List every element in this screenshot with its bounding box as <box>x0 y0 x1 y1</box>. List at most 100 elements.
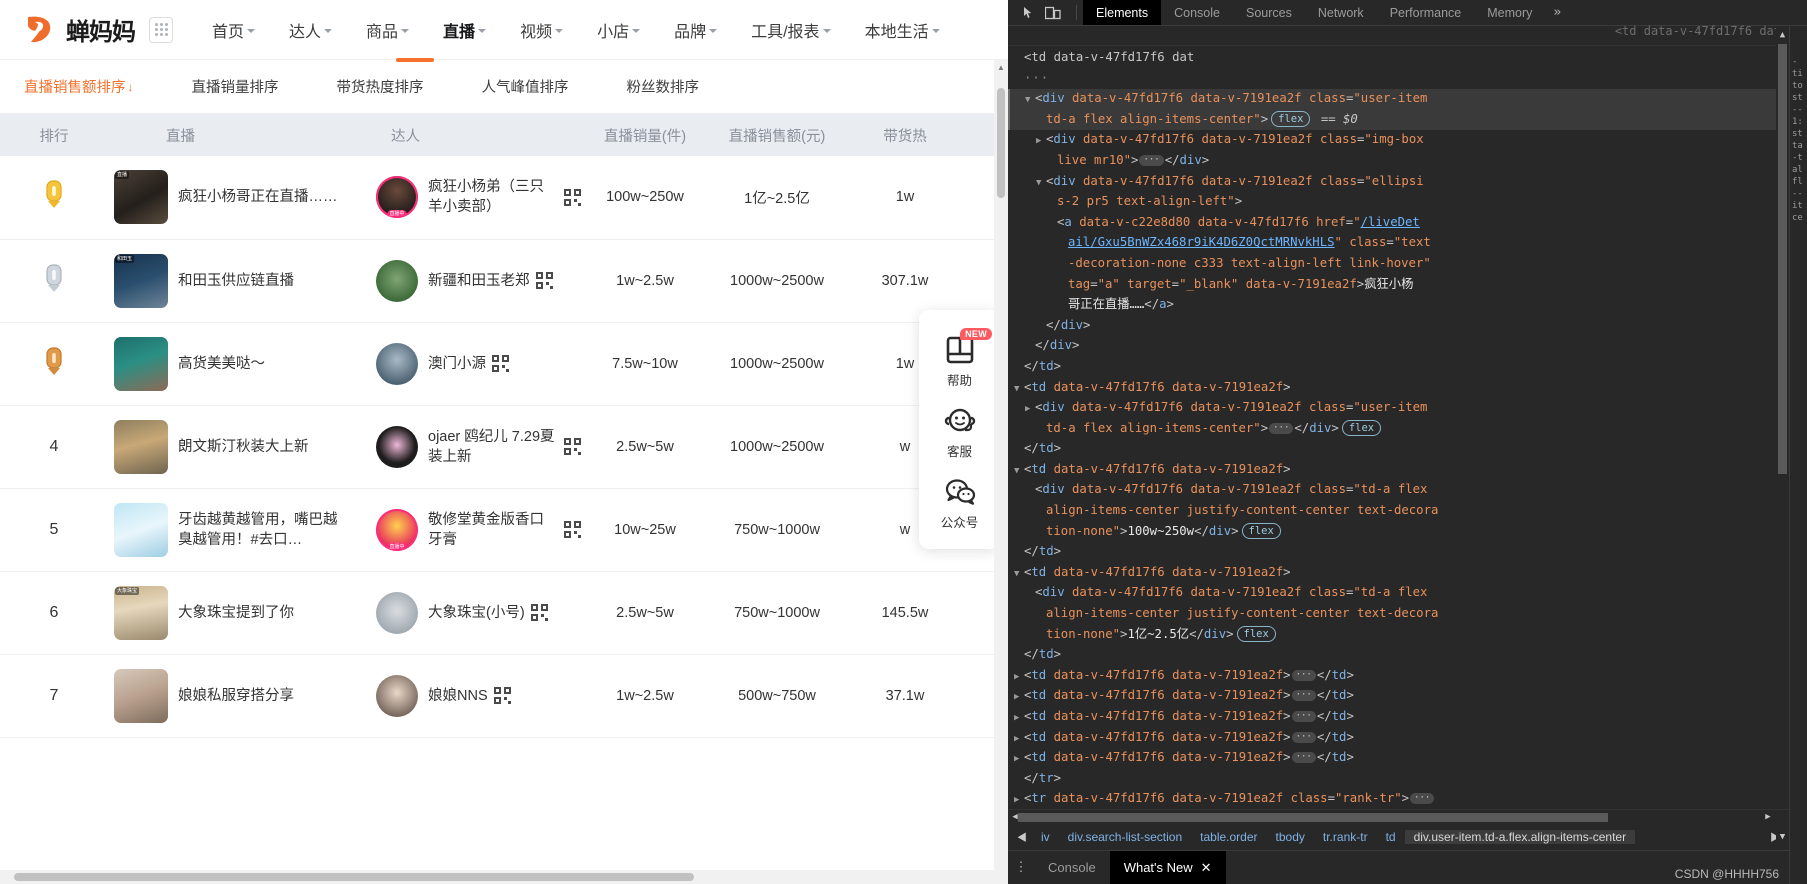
side-item-help[interactable]: NEW 帮助 <box>919 324 1000 395</box>
expand-dots-icon[interactable]: ··· <box>1291 669 1316 681</box>
qrcode-icon[interactable] <box>535 272 553 289</box>
dom-node-row[interactable]: ·tag="a" target="_blank" data-v-7191ea2f… <box>1008 275 1789 296</box>
live-thumbnail[interactable] <box>114 502 168 557</box>
devtools-tab-performance[interactable]: Performance <box>1377 0 1475 25</box>
talent-name-link[interactable]: 澳门小源 <box>428 354 486 374</box>
dom-node-row[interactable]: ▶ <tr data-v-47fd17f6 data-v-7191ea2f cla… <box>1008 789 1789 809</box>
live-title-link[interactable]: 高货美美哒～ <box>178 354 277 374</box>
col-header-talent[interactable]: 达人 <box>366 114 581 156</box>
qrcode-icon[interactable] <box>492 355 509 372</box>
dom-node-row[interactable]: ·live mr10">···</div> <box>1008 151 1789 172</box>
talent-name-link[interactable]: 新疆和田玉老郑 <box>428 271 530 291</box>
table-row[interactable]: 高货美美哒～ 澳门小源 7.5w~10w 1000w~2500w 1w <box>0 322 1008 405</box>
talent-name-link[interactable]: 敬修堂黄金版香口牙膏 <box>428 510 558 550</box>
live-title-link[interactable]: 娘娘私服穿搭分享 <box>178 686 306 706</box>
live-title-link[interactable]: 牙齿越黄越管用，嘴巴越臭越管用！#去口… <box>178 510 353 550</box>
device-toolbar-icon[interactable] <box>1042 3 1064 23</box>
talent-name-link[interactable]: 娘娘NNS <box>428 686 488 706</box>
devtools-tab-network[interactable]: Network <box>1305 0 1377 25</box>
chevron-down-icon[interactable]: ▼ <box>1014 462 1024 481</box>
nav-item-video[interactable]: 视频 <box>503 18 580 42</box>
qrcode-icon[interactable] <box>564 188 581 206</box>
tab-sort-fans[interactable]: 粉丝数排序 <box>627 76 728 97</box>
table-row[interactable]: 直播 疯狂小杨哥正在直播…… 直播中 疯狂小杨弟（三只羊小卖部） 100w~25… <box>0 156 1008 239</box>
live-title-link[interactable]: 和田玉供应链直播 <box>178 271 306 291</box>
page-horizontal-scrollbar[interactable] <box>0 870 1008 884</box>
dom-ellipsis[interactable]: ··· <box>1024 71 1049 85</box>
devtools-tab-memory[interactable]: Memory <box>1474 0 1545 25</box>
breadcrumb-item-6[interactable]: div.user-item.td-a.flex.align-items-cent… <box>1404 829 1636 844</box>
dom-node-row[interactable]: ▶ <td data-v-47fd17f6 data-v-7191ea2f> ···… <box>1008 686 1789 707</box>
breadcrumb-left-arrow-icon[interactable]: ◀ <box>1012 829 1032 844</box>
chevron-down-icon[interactable]: ▼ <box>1014 565 1024 584</box>
live-thumbnail[interactable] <box>114 336 168 391</box>
live-thumbnail[interactable] <box>114 419 168 474</box>
breadcrumb-item-4[interactable]: tr.rank-tr <box>1314 830 1377 844</box>
col-header-live-gmv[interactable]: 直播销售额(元) <box>709 114 845 156</box>
devtools-tab-elements[interactable]: Elements <box>1083 0 1162 25</box>
page-vertical-scrollbar[interactable]: ▲ ▼ <box>994 60 1008 884</box>
scroll-up-arrow-icon[interactable]: ▲ <box>1776 28 1789 42</box>
close-icon[interactable]: ✕ <box>1201 860 1212 876</box>
nav-item-live[interactable]: 直播 <box>426 18 503 42</box>
chevron-right-icon[interactable]: ▶ <box>1014 668 1024 687</box>
talent-name-link[interactable]: 疯狂小杨弟（三只羊小卖部） <box>428 177 558 217</box>
dom-node-row[interactable]: ▼ <td data-v-47fd17f6 data-v-7191ea2f> <box>1008 563 1789 584</box>
chevron-right-icon[interactable]: ▶ <box>1025 400 1035 419</box>
live-thumbnail[interactable]: 大象珠宝 <box>114 585 168 640</box>
dom-node-row[interactable]: ·<div data-v-47fd17f6 data-v-7191ea2f cl… <box>1008 583 1789 604</box>
scroll-down-arrow-icon[interactable]: ▼ <box>1776 830 1789 844</box>
breadcrumb-item-0[interactable]: iv <box>1032 830 1059 844</box>
dom-node-row[interactable]: ·</td> <box>1008 357 1789 378</box>
dom-node-row[interactable]: ·tion-none">1亿~2.5亿</div>flex <box>1008 625 1789 646</box>
drawer-tab-console[interactable]: Console <box>1034 851 1110 884</box>
nav-item-tools-reports[interactable]: 工具/报表 <box>734 18 847 42</box>
chevron-right-icon[interactable]: ▶ <box>1014 791 1024 809</box>
live-thumbnail[interactable]: 直播 <box>114 170 168 225</box>
expand-dots-icon[interactable]: ··· <box>1291 690 1316 702</box>
nav-item-local-life[interactable]: 本地生活 <box>848 18 957 42</box>
live-thumbnail[interactable] <box>114 668 168 723</box>
table-row[interactable]: 7 娘娘私服穿搭分享 娘娘NNS 1w~2.5w 500w~750w 37.1w <box>0 654 1008 737</box>
chevron-right-icon[interactable]: ▶ <box>1014 750 1024 769</box>
side-item-support[interactable]: 客服 <box>919 395 1000 466</box>
dom-node-row[interactable]: ▶ <td data-v-47fd17f6 data-v-7191ea2f> ···… <box>1008 728 1789 749</box>
flex-badge[interactable]: flex <box>1271 110 1311 127</box>
breadcrumb-item-2[interactable]: table.order <box>1191 830 1266 844</box>
flex-badge[interactable]: flex <box>1241 522 1281 539</box>
dom-node-row[interactable]: ·</div> <box>1008 336 1789 357</box>
devtools-tab-console[interactable]: Console <box>1161 0 1233 25</box>
table-row[interactable]: 6 大象珠宝 大象珠宝提到了你 大象珠宝(小号) 2.5w~5w 750w~10… <box>0 571 1008 654</box>
avatar[interactable] <box>376 425 418 468</box>
tab-sort-live-volume[interactable]: 直播销量排序 <box>192 76 307 97</box>
site-logo[interactable]: 蝉妈妈 <box>22 12 136 48</box>
qrcode-icon[interactable] <box>493 687 511 704</box>
expand-dots-icon[interactable]: ··· <box>1291 711 1316 722</box>
col-header-rank[interactable]: 排行 <box>0 114 108 156</box>
nav-item-home[interactable]: 首页 <box>195 18 272 42</box>
talent-name-link[interactable]: 大象珠宝(小号) <box>428 603 525 623</box>
expand-dots-icon[interactable]: ··· <box>1410 793 1435 805</box>
scroll-up-arrow-icon[interactable]: ▲ <box>997 64 1005 72</box>
devtools-tab-sources[interactable]: Sources <box>1233 0 1305 25</box>
dom-tree[interactable]: ·<td data-v-47fd17f6 dat····▼<div data-v… <box>1008 46 1789 809</box>
chevron-down-icon[interactable]: ▼ <box>1014 380 1024 399</box>
dom-node-row[interactable]: ▶ <td data-v-47fd17f6 data-v-7191ea2f> ···… <box>1008 707 1789 728</box>
dom-node-row[interactable]: ▶ <td data-v-47fd17f6 data-v-7191ea2f> ···… <box>1008 666 1789 687</box>
dom-node-row[interactable]: ·</div> <box>1008 316 1789 337</box>
dom-node-row[interactable]: ·tion-none">100w~250w</div>flex <box>1008 522 1789 543</box>
dom-node-row[interactable]: ···· <box>1008 69 1789 90</box>
table-row[interactable]: 5 牙齿越黄越管用，嘴巴越臭越管用！#去口… 直播中 敬修堂黄金版香口牙膏 10… <box>0 488 1008 571</box>
table-row[interactable]: 和田玉 和田玉供应链直播 新疆和田玉老郑 1w~2.5w 1000w~2500w… <box>0 239 1008 322</box>
qrcode-icon[interactable] <box>564 521 581 538</box>
live-thumbnail[interactable]: 和田玉 <box>114 253 168 308</box>
drawer-tab-whats-new[interactable]: What's New ✕ <box>1109 851 1226 884</box>
talent-name-link[interactable]: ojaer 鸥纪儿 7.29夏装上新 <box>428 427 558 467</box>
inspect-element-icon[interactable] <box>1018 3 1040 23</box>
dom-node-row[interactable]: ·align-items-center justify-content-cent… <box>1008 604 1789 625</box>
dom-node-row[interactable]: ·ail/Gxu5BnWZx468r9iK4D6Z0QctMRNvkHLS" c… <box>1008 233 1789 254</box>
styles-pane-sliver[interactable]: - ti to st -- 1: st ta -t al fl -- it ce <box>1789 26 1807 884</box>
dom-node-row[interactable]: ·<td data-v-47fd17f6 dat <box>1008 48 1789 69</box>
side-item-wechat-official[interactable]: 公众号 <box>919 466 1000 537</box>
qrcode-icon[interactable] <box>564 438 581 455</box>
